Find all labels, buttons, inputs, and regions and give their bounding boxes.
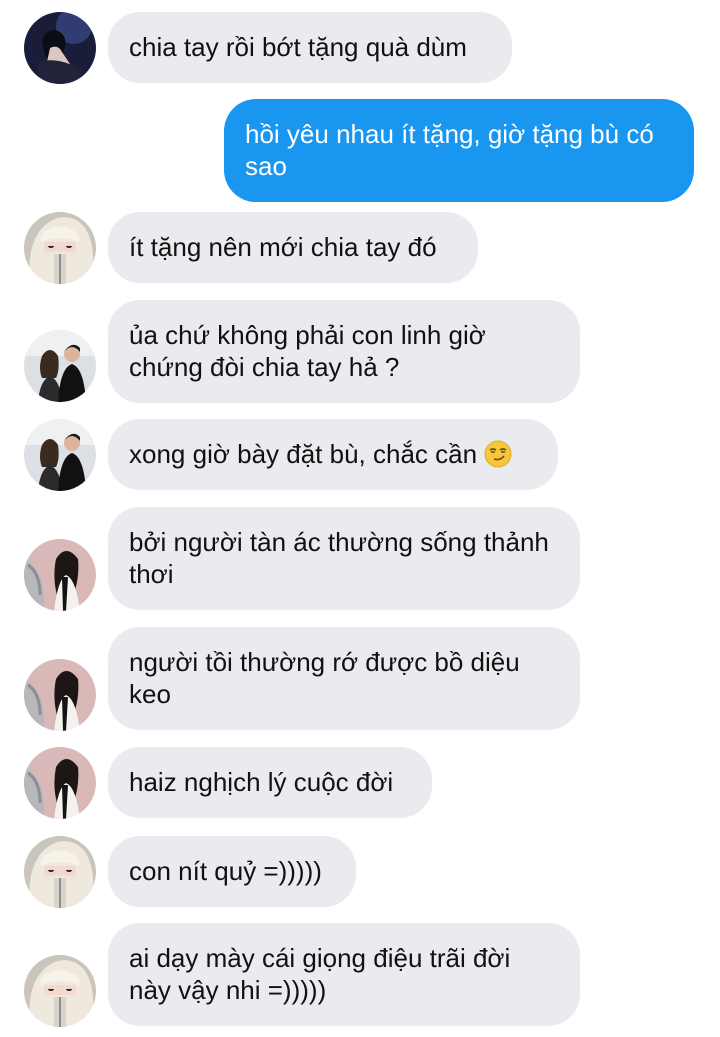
- avatar-fur-hood-icon: [24, 212, 96, 284]
- avatar[interactable]: [24, 419, 96, 491]
- message-bubble[interactable]: xong giờ bày đặt bù, chắc cần: [108, 419, 558, 490]
- message-text: con nít quỷ =))))): [129, 856, 322, 886]
- message-bubble[interactable]: ủa chứ không phải con linh giờ chứng đòi…: [108, 300, 580, 403]
- message-bubble[interactable]: con nít quỷ =))))): [108, 836, 356, 907]
- message-text: ai dạy mày cái giọng điệu trãi đời này v…: [129, 943, 511, 1005]
- message-bubble[interactable]: người tồi thường rớ được bồ diệu keo: [108, 627, 580, 730]
- message-bubble[interactable]: ai dạy mày cái giọng điệu trãi đời này v…: [108, 923, 580, 1026]
- message-text: ủa chứ không phải con linh giờ chứng đòi…: [129, 320, 486, 382]
- avatar-girl-dark-icon: [24, 12, 96, 84]
- smirking-face-emoji-icon: [484, 440, 512, 468]
- avatar-girl-pink-icon: [24, 659, 96, 731]
- avatar-couple-icon: [24, 419, 96, 491]
- avatar-couple-icon: [24, 330, 96, 402]
- message-text: hồi yêu nhau ít tặng, giờ tặng bù có sao: [245, 119, 654, 181]
- avatar-girl-pink-icon: [24, 747, 96, 819]
- message-text: bởi người tàn ác thường sống thảnh thơi: [129, 527, 549, 589]
- avatar[interactable]: [24, 659, 96, 731]
- avatar[interactable]: [24, 330, 96, 402]
- message-bubble[interactable]: ít tặng nên mới chia tay đó: [108, 212, 478, 283]
- avatar-fur-hood-icon: [24, 836, 96, 908]
- avatar-fur-hood-icon: [24, 955, 96, 1027]
- avatar[interactable]: [24, 836, 96, 908]
- avatar-girl-pink-icon: [24, 539, 96, 611]
- avatar[interactable]: [24, 747, 96, 819]
- message-text: người tồi thường rớ được bồ diệu keo: [129, 647, 520, 709]
- message-text: chia tay rồi bớt tặng quà dùm: [129, 32, 467, 62]
- message-text: haiz nghịch lý cuộc đời: [129, 767, 394, 797]
- avatar[interactable]: [24, 539, 96, 611]
- message-bubble[interactable]: chia tay rồi bớt tặng quà dùm: [108, 12, 512, 83]
- message-bubble-sent[interactable]: hồi yêu nhau ít tặng, giờ tặng bù có sao: [224, 99, 694, 202]
- message-text: xong giờ bày đặt bù, chắc cần: [129, 439, 478, 469]
- avatar[interactable]: [24, 955, 96, 1027]
- avatar[interactable]: [24, 12, 96, 84]
- message-text: ít tặng nên mới chia tay đó: [129, 232, 437, 262]
- message-bubble[interactable]: haiz nghịch lý cuộc đời: [108, 747, 432, 818]
- avatar[interactable]: [24, 212, 96, 284]
- message-bubble[interactable]: bởi người tàn ác thường sống thảnh thơi: [108, 507, 580, 610]
